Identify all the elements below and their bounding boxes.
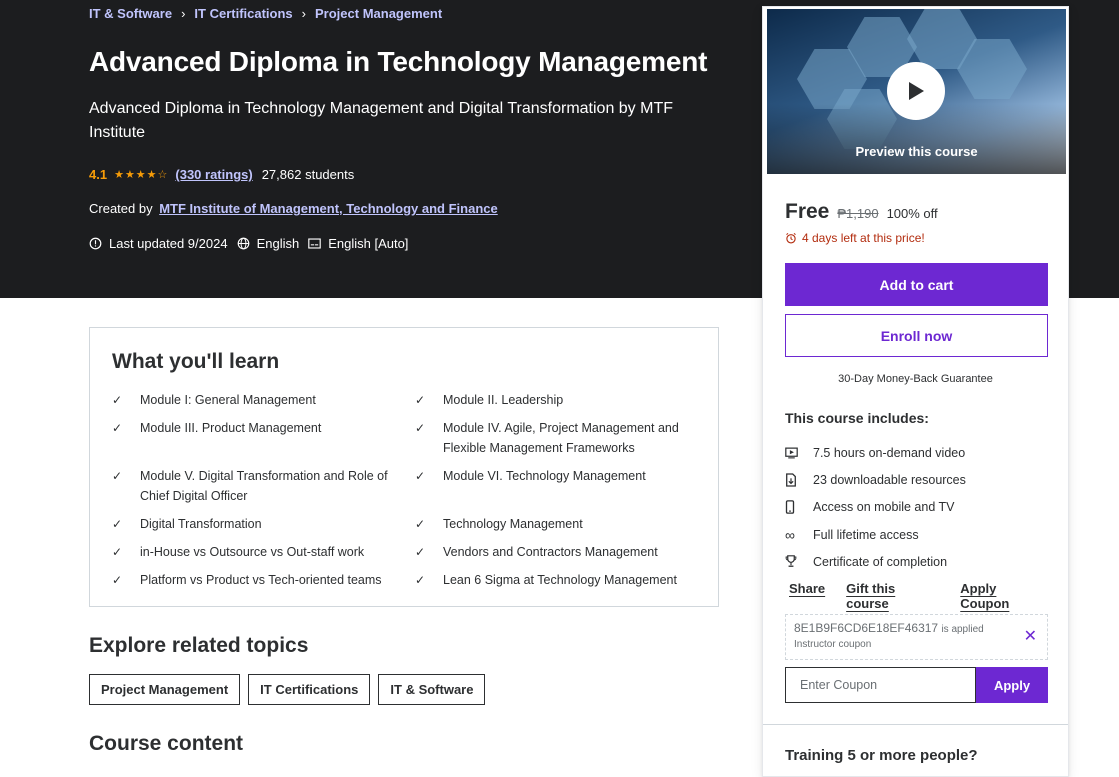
breadcrumb: IT & Software › IT Certifications › Proj… bbox=[89, 6, 442, 21]
sidebar-links-row: Share Gift this course Apply Coupon bbox=[789, 581, 1068, 611]
enroll-now-button[interactable]: Enroll now bbox=[785, 314, 1048, 357]
money-back-guarantee: 30-Day Money-Back Guarantee bbox=[838, 373, 993, 385]
what-you-will-learn-box: What you'll learn ✓ Module I: General Man… bbox=[89, 327, 719, 607]
created-by-label: Created by bbox=[89, 201, 153, 216]
learn-item: ✓ in-House vs Outsource vs Out-staff work bbox=[112, 542, 415, 562]
breadcrumb-item-it-software[interactable]: IT & Software bbox=[89, 6, 172, 21]
course-title: Advanced Diploma in Technology Managemen… bbox=[89, 46, 708, 77]
check-icon: ✓ bbox=[415, 393, 426, 407]
learn-item: ✓ Lean 6 Sigma at Technology Management bbox=[415, 570, 695, 590]
star-rating-icon: ★★★★☆ bbox=[114, 169, 169, 181]
price-row: Free ₱1,190 100% off bbox=[785, 200, 938, 224]
add-to-cart-button[interactable]: Add to cart bbox=[785, 263, 1048, 306]
include-item-certificate: Certificate of completion bbox=[785, 548, 966, 575]
price-timer: 4 days left at this price! bbox=[785, 231, 925, 245]
course-subtitle: Advanced Diploma in Technology Managemen… bbox=[89, 100, 673, 141]
timer-text: 4 days left at this price! bbox=[802, 231, 925, 245]
last-updated-text: Last updated 9/2024 bbox=[109, 236, 228, 251]
language-text: English bbox=[256, 236, 300, 251]
coupon-input[interactable] bbox=[785, 667, 976, 703]
original-price: ₱1,190 bbox=[837, 206, 879, 221]
learn-item: ✓ Digital Transformation bbox=[112, 514, 415, 534]
closed-captions-icon bbox=[308, 238, 321, 249]
include-item-video: 7.5 hours on-demand video bbox=[785, 439, 966, 466]
alert-badge-icon bbox=[89, 237, 102, 250]
includes-title: This course includes: bbox=[785, 410, 929, 426]
applied-coupon-code: 8E1B9F6CD6E18EF46317 is applied bbox=[794, 621, 984, 635]
students-count: 27,862 students bbox=[261, 167, 355, 182]
apply-coupon-button[interactable]: Apply bbox=[976, 667, 1048, 703]
topic-chip-project-management[interactable]: Project Management bbox=[89, 674, 241, 705]
gift-course-link[interactable]: Gift this course bbox=[846, 581, 939, 611]
check-icon: ✓ bbox=[112, 469, 123, 483]
include-item-mobile: Access on mobile and TV bbox=[785, 494, 966, 521]
current-price: Free bbox=[785, 200, 830, 223]
course-preview-video[interactable]: Preview this course bbox=[767, 9, 1066, 174]
topic-chip-it-certifications[interactable]: IT Certifications bbox=[248, 674, 371, 705]
coupon-type: Instructor coupon bbox=[794, 639, 872, 650]
instructor-link[interactable]: MTF Institute of Management, Technology … bbox=[159, 201, 498, 216]
include-item-resources: 23 downloadable resources bbox=[785, 466, 966, 493]
captions-text: English [Auto] bbox=[328, 236, 409, 251]
training-title: Training 5 or more people? bbox=[785, 747, 978, 764]
breadcrumb-item-it-certifications[interactable]: IT Certifications bbox=[194, 6, 292, 21]
discount-percent: 100% off bbox=[886, 206, 938, 221]
learn-item: ✓ Module IV. Agile, Project Management an… bbox=[415, 418, 695, 458]
learn-item: ✓ Module VI. Technology Management bbox=[415, 466, 695, 506]
related-topics-list: Project Management IT Certifications IT … bbox=[89, 674, 493, 705]
check-icon: ✓ bbox=[415, 517, 426, 531]
chevron-right-icon: › bbox=[301, 6, 307, 21]
learn-item: ✓ Technology Management bbox=[415, 514, 695, 534]
check-icon: ✓ bbox=[112, 545, 123, 559]
check-icon: ✓ bbox=[112, 573, 123, 587]
check-icon: ✓ bbox=[415, 573, 426, 587]
infinity-icon: ∞ bbox=[785, 526, 795, 543]
purchase-sidebar: Preview this course Free ₱1,190 100% off… bbox=[762, 6, 1069, 777]
course-meta-row: Last updated 9/2024 English English [Aut… bbox=[89, 236, 417, 251]
related-topics-title: Explore related topics bbox=[89, 634, 309, 657]
globe-icon bbox=[237, 237, 249, 250]
play-icon bbox=[909, 82, 924, 100]
chevron-right-icon: › bbox=[181, 6, 186, 21]
last-updated: Last updated 9/2024 bbox=[89, 236, 228, 251]
includes-list: 7.5 hours on-demand video 23 downloadabl… bbox=[785, 439, 966, 575]
file-download-icon bbox=[785, 473, 813, 487]
apply-coupon-link[interactable]: Apply Coupon bbox=[960, 581, 1047, 611]
share-link[interactable]: Share bbox=[789, 581, 825, 611]
include-item-lifetime: ∞ Full lifetime access bbox=[785, 526, 919, 543]
breadcrumb-item-project-management[interactable]: Project Management bbox=[315, 6, 442, 21]
rating-row: 4.1 ★★★★☆ (330 ratings) 27,862 students bbox=[89, 167, 354, 182]
topic-chip-it-software[interactable]: IT & Software bbox=[378, 674, 486, 705]
mobile-icon bbox=[785, 500, 813, 515]
ratings-count-link[interactable]: (330 ratings) bbox=[175, 167, 252, 182]
check-icon: ✓ bbox=[112, 517, 123, 531]
learn-item: ✓ Module V. Digital Transformation and Ro… bbox=[112, 466, 415, 506]
learn-item: ✓ Vendors and Contractors Management bbox=[415, 542, 695, 562]
learn-item: ✓ Platform vs Product vs Tech-oriented te… bbox=[112, 570, 415, 590]
learn-item: ✓ Module II. Leadership bbox=[415, 390, 695, 410]
play-button[interactable] bbox=[887, 62, 945, 120]
learn-item: ✓ Module I: General Management bbox=[112, 390, 415, 410]
learn-title: What you'll learn bbox=[112, 350, 280, 373]
remove-coupon-close-icon[interactable]: ✕ bbox=[1024, 629, 1037, 645]
check-icon: ✓ bbox=[415, 421, 426, 435]
video-icon bbox=[785, 447, 813, 459]
course-content-title: Course content bbox=[89, 732, 244, 755]
learn-list: ✓ Module I: General Management ✓ Module II… bbox=[112, 390, 696, 590]
rating-value: 4.1 bbox=[89, 167, 108, 182]
alarm-clock-icon bbox=[786, 232, 796, 244]
check-icon: ✓ bbox=[112, 393, 123, 407]
applied-coupon-box: 8E1B9F6CD6E18EF46317 is applied Instruct… bbox=[785, 614, 1048, 660]
sidebar-divider bbox=[763, 724, 1068, 725]
check-icon: ✓ bbox=[415, 545, 426, 559]
check-icon: ✓ bbox=[415, 469, 426, 483]
created-by-row: Created by MTF Institute of Management, … bbox=[89, 201, 498, 216]
check-icon: ✓ bbox=[112, 421, 123, 435]
trophy-icon bbox=[785, 555, 813, 568]
language: English bbox=[237, 236, 300, 251]
preview-label: Preview this course bbox=[855, 144, 978, 159]
learn-item: ✓ Module III. Product Management bbox=[112, 418, 415, 458]
captions: English [Auto] bbox=[308, 236, 408, 251]
